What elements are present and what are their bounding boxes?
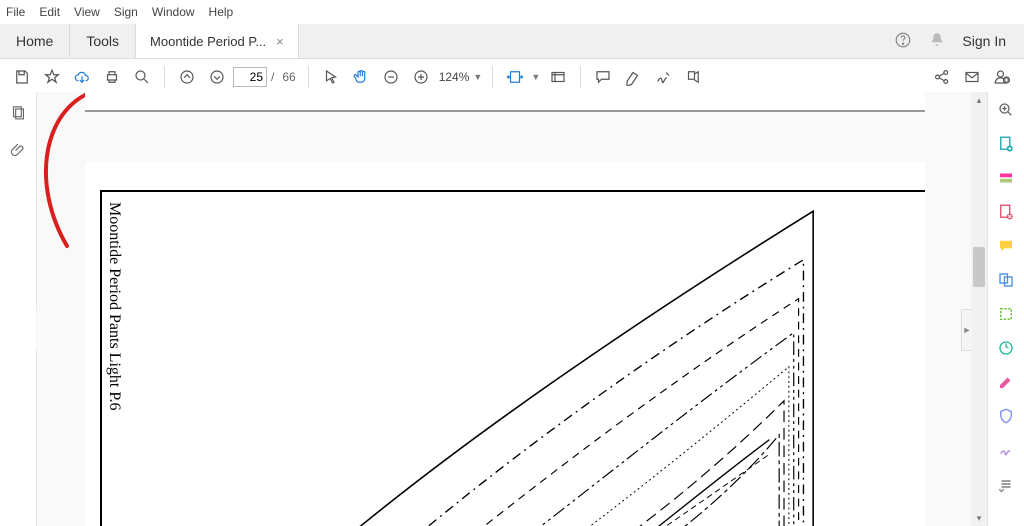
comment-icon[interactable] [589, 63, 617, 91]
page-canvas[interactable]: Moontide Period Pants Light P.6 [37, 92, 971, 526]
read-mode-icon[interactable] [544, 63, 572, 91]
zoom-dropdown-icon[interactable]: ▼ [473, 72, 482, 82]
scroll-up-icon[interactable]: ▴ [971, 92, 987, 108]
page-title: Moontide Period Pants Light P.6 [105, 202, 123, 410]
hand-tool-icon[interactable] [347, 63, 375, 91]
tab-document[interactable]: Moontide Period P... × [136, 24, 299, 58]
comment-tool-icon[interactable] [996, 236, 1016, 256]
tab-document-label: Moontide Period P... [150, 34, 266, 49]
menu-help[interactable]: Help [209, 5, 234, 19]
right-sidebar [987, 92, 1024, 526]
share-icon[interactable] [928, 63, 956, 91]
export-pdf-icon[interactable] [996, 134, 1016, 154]
page-content: Moontide Period Pants Light P.6 [85, 162, 925, 526]
email-icon[interactable] [958, 63, 986, 91]
more-tools-icon[interactable] [996, 474, 1016, 494]
combine-icon[interactable] [996, 270, 1016, 290]
menu-window[interactable]: Window [152, 5, 195, 19]
menu-view[interactable]: View [74, 5, 100, 19]
highlight-icon[interactable] [619, 63, 647, 91]
page-previous-edge [85, 92, 925, 112]
scroll-thumb[interactable] [973, 247, 985, 287]
attachments-icon[interactable] [10, 142, 27, 162]
cloud-icon[interactable] [68, 63, 96, 91]
page-down-icon[interactable] [203, 63, 231, 91]
page-separator: / [271, 70, 274, 84]
tab-close-icon[interactable]: × [276, 34, 284, 49]
header-right: Sign In [894, 24, 1024, 58]
search-tool-icon[interactable] [996, 100, 1016, 120]
zoom-out-icon[interactable] [377, 63, 405, 91]
search-icon[interactable] [128, 63, 156, 91]
fit-dropdown-icon[interactable]: ▼ [531, 72, 540, 82]
fill-sign-icon[interactable] [996, 440, 1016, 460]
page-up-icon[interactable] [173, 63, 201, 91]
left-sidebar [0, 92, 37, 526]
right-panel-toggle[interactable]: ► [961, 309, 972, 351]
menu-sign[interactable]: Sign [114, 5, 138, 19]
protect-icon[interactable] [996, 406, 1016, 426]
account-icon[interactable] [988, 63, 1016, 91]
thumbnails-icon[interactable] [10, 104, 27, 124]
tab-home[interactable]: Home [0, 24, 70, 58]
sewing-pattern [225, 182, 925, 526]
scroll-down-icon[interactable]: ▾ [971, 510, 987, 526]
stamp-icon[interactable] [679, 63, 707, 91]
vertical-scrollbar[interactable]: ▴ ▾ [971, 92, 987, 526]
document-area: ◄ Moontide Period Pants Light P.6 ▴ ▾ [0, 92, 1024, 526]
star-icon[interactable] [38, 63, 66, 91]
compress-icon[interactable] [996, 338, 1016, 358]
save-icon[interactable] [8, 63, 36, 91]
sign-icon[interactable] [649, 63, 677, 91]
tab-tools[interactable]: Tools [70, 24, 136, 58]
organize-icon[interactable] [996, 304, 1016, 324]
menu-bar: File Edit View Sign Window Help [0, 0, 1024, 24]
menu-file[interactable]: File [6, 5, 25, 19]
tab-bar: Home Tools Moontide Period P... × Sign I… [0, 24, 1024, 59]
bell-icon[interactable] [928, 31, 946, 52]
zoom-in-icon[interactable] [407, 63, 435, 91]
page-number-input[interactable] [233, 67, 267, 87]
create-pdf-icon[interactable] [996, 168, 1016, 188]
help-icon[interactable] [894, 31, 912, 52]
menu-edit[interactable]: Edit [39, 5, 60, 19]
zoom-level[interactable]: 124% [439, 70, 470, 84]
sign-in-button[interactable]: Sign In [962, 33, 1006, 49]
edit-pdf-icon[interactable] [996, 202, 1016, 222]
toolbar: / 66 124% ▼ ▼ [0, 59, 1024, 96]
select-tool-icon[interactable] [317, 63, 345, 91]
page-total: 66 [282, 70, 295, 84]
fit-width-icon[interactable] [501, 63, 529, 91]
redact-icon[interactable] [996, 372, 1016, 392]
print-icon[interactable] [98, 63, 126, 91]
